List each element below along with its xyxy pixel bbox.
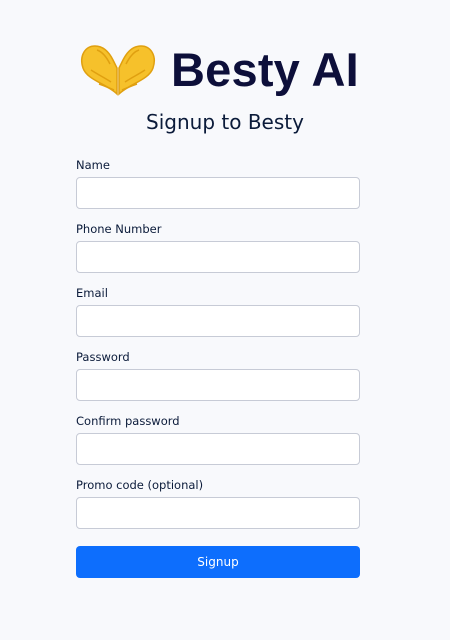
signup-button[interactable]: Signup — [76, 546, 360, 578]
promo-code-field-group: Promo code (optional) — [76, 478, 360, 529]
heart-hands-icon — [81, 45, 155, 96]
signup-page: Besty AI Signup to Besty Name Phone Numb… — [0, 0, 450, 640]
confirm-password-label: Confirm password — [76, 414, 180, 428]
name-label: Name — [76, 158, 110, 172]
email-input[interactable] — [76, 305, 360, 337]
brand-name: Besty AI — [171, 42, 359, 96]
page-title: Signup to Besty — [146, 110, 304, 134]
promo-code-label: Promo code (optional) — [76, 478, 204, 492]
confirm-password-field-group: Confirm password — [76, 414, 360, 465]
confirm-password-input[interactable] — [76, 433, 360, 465]
password-field-group: Password — [76, 350, 360, 401]
signup-form: Name Phone Number Email Password Confirm… — [76, 158, 360, 578]
name-field-group: Name — [76, 158, 360, 209]
password-input[interactable] — [76, 369, 360, 401]
phone-input[interactable] — [76, 241, 360, 273]
phone-field-group: Phone Number — [76, 222, 360, 273]
email-label: Email — [76, 286, 108, 300]
name-input[interactable] — [76, 177, 360, 209]
promo-code-input[interactable] — [76, 497, 360, 529]
brand-header: Besty AI — [77, 40, 359, 98]
password-label: Password — [76, 350, 130, 364]
phone-label: Phone Number — [76, 222, 162, 236]
email-field-group: Email — [76, 286, 360, 337]
